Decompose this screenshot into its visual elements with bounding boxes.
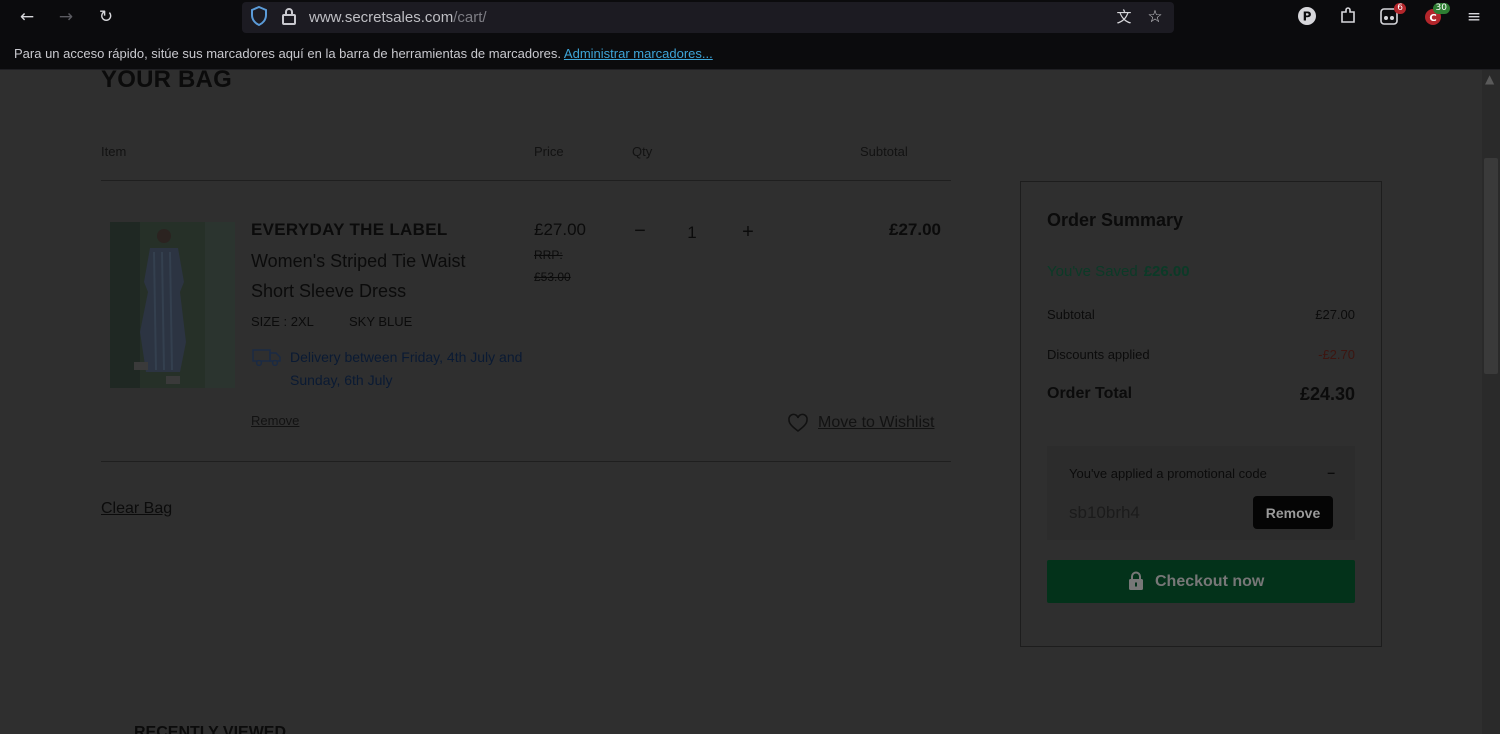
checkout-button[interactable]: Checkout now — [1047, 560, 1355, 603]
saved-value: £26.00 — [1143, 263, 1190, 280]
remove-promo-button[interactable]: Remove — [1253, 496, 1333, 529]
svg-text:C: C — [1429, 13, 1436, 24]
promo-code-value: sb10brh4 — [1069, 503, 1140, 522]
bookmarks-hint-text: Para un acceso rápido, sitúe sus marcado… — [14, 46, 562, 61]
scroll-up-arrow-icon[interactable]: ▲ — [1485, 72, 1494, 86]
url-host: www.secretsales.com — [309, 9, 454, 26]
svg-text:P: P — [1303, 10, 1312, 24]
order-summary-title: Order Summary — [1047, 210, 1184, 230]
bookmarks-hint: Para un acceso rápido, sitúe sus marcado… — [14, 46, 713, 61]
extension-red-icon[interactable]: C 30 — [1422, 3, 1450, 28]
clear-bag-link[interactable]: Clear Bag — [101, 500, 172, 518]
subtotal-row: Subtotal £27.00 — [1047, 307, 1355, 322]
discounts-value: -£2.70 — [1318, 347, 1355, 362]
forward-icon[interactable]: → — [55, 6, 77, 28]
url-path: /cart/ — [453, 9, 487, 26]
tracking-shield-icon[interactable] — [248, 5, 270, 28]
url-text[interactable]: www.secretsales.com/cart/ — [309, 9, 487, 26]
rrp-value: £53.00 — [534, 270, 571, 284]
order-total-value: £24.30 — [1299, 384, 1355, 404]
subtotal-value: £27.00 — [1315, 307, 1355, 322]
qty-value[interactable]: 1 — [682, 223, 702, 243]
wishlist-label: Move to Wishlist — [818, 414, 935, 431]
manage-bookmarks-link[interactable]: Administrar marcadores... — [564, 46, 713, 61]
bookmarks-bar: Para un acceso rápido, sitúe sus marcado… — [0, 36, 1500, 70]
extensions-puzzle-icon[interactable] — [1337, 6, 1359, 28]
order-total-label: Order Total — [1047, 385, 1133, 402]
page-scrollbar[interactable]: ▲ — [1482, 70, 1500, 734]
extension-badge: 30 — [1432, 3, 1450, 14]
page-title: YOUR BAG — [101, 70, 232, 93]
extension-badge: 6 — [1394, 3, 1406, 14]
recently-viewed-heading: RECENTLY VIEWED — [134, 724, 287, 734]
subtotal-label: Subtotal — [1047, 307, 1095, 322]
rrp-label: RRP: — [534, 248, 563, 262]
address-bar[interactable]: www.secretsales.com/cart/ 文 ☆ — [242, 2, 1174, 33]
order-summary-panel: Order Summary You've Saved £26.00 Subtota… — [1020, 181, 1382, 647]
reload-icon[interactable]: ↻ — [95, 6, 117, 28]
product-colour: SKY BLUE — [349, 314, 413, 329]
item-price: £27.00 — [534, 220, 586, 239]
browser-toolbar: ← → ↻ www.secretsales.com/cart/ 文 ☆ P 6 … — [0, 0, 1500, 36]
qty-decrease-button[interactable]: − — [630, 220, 650, 243]
padlock-icon — [1129, 571, 1143, 590]
back-icon[interactable]: ← — [16, 6, 38, 28]
divider — [101, 461, 951, 462]
extension-counter-icon[interactable]: 6 — [1378, 3, 1406, 28]
product-brand[interactable]: EVERYDAY THE LABEL — [251, 220, 448, 240]
menu-hamburger-icon[interactable]: ≡ — [1463, 6, 1485, 28]
promo-applied-text: You've applied a promotional code — [1069, 466, 1267, 481]
translate-icon[interactable]: 文 — [1113, 6, 1135, 28]
header-qty: Qty — [632, 144, 653, 159]
checkout-label: Checkout now — [1155, 573, 1265, 590]
promo-collapse-toggle[interactable]: – — [1327, 464, 1335, 480]
divider — [101, 180, 951, 181]
account-p-icon[interactable]: P — [1296, 6, 1318, 28]
header-price: Price — [534, 144, 564, 159]
product-name[interactable]: Women's Striped Tie Waist Short Sleeve D… — [251, 246, 511, 306]
product-image[interactable] — [110, 222, 235, 388]
order-total-row: Order Total £24.30 — [1047, 384, 1355, 404]
line-subtotal: £27.00 — [889, 220, 941, 239]
remove-item-link[interactable]: Remove — [251, 413, 299, 428]
qty-increase-button[interactable]: + — [738, 221, 758, 244]
header-subtotal: Subtotal — [860, 144, 908, 159]
promo-code-box: You've applied a promotional code – sb10… — [1047, 446, 1355, 540]
delivery-estimate: Delivery between Friday, 4th July and Su… — [290, 349, 523, 388]
saved-label: You've Saved — [1047, 263, 1138, 280]
product-size: SIZE : 2XL — [251, 314, 314, 329]
bookmark-star-icon[interactable]: ☆ — [1144, 6, 1166, 28]
saved-amount: You've Saved £26.00 — [1047, 263, 1190, 280]
discounts-label: Discounts applied — [1047, 347, 1150, 362]
cart-page: YOUR BAG Item Price Qty Subtotal EVERYDA… — [0, 70, 1482, 734]
header-item: Item — [101, 144, 127, 159]
delivery-truck-icon — [252, 347, 282, 367]
lock-icon[interactable] — [278, 6, 300, 28]
scrollbar-thumb[interactable] — [1484, 158, 1498, 374]
heart-icon — [788, 413, 808, 433]
discounts-row: Discounts applied -£2.70 — [1047, 347, 1355, 362]
